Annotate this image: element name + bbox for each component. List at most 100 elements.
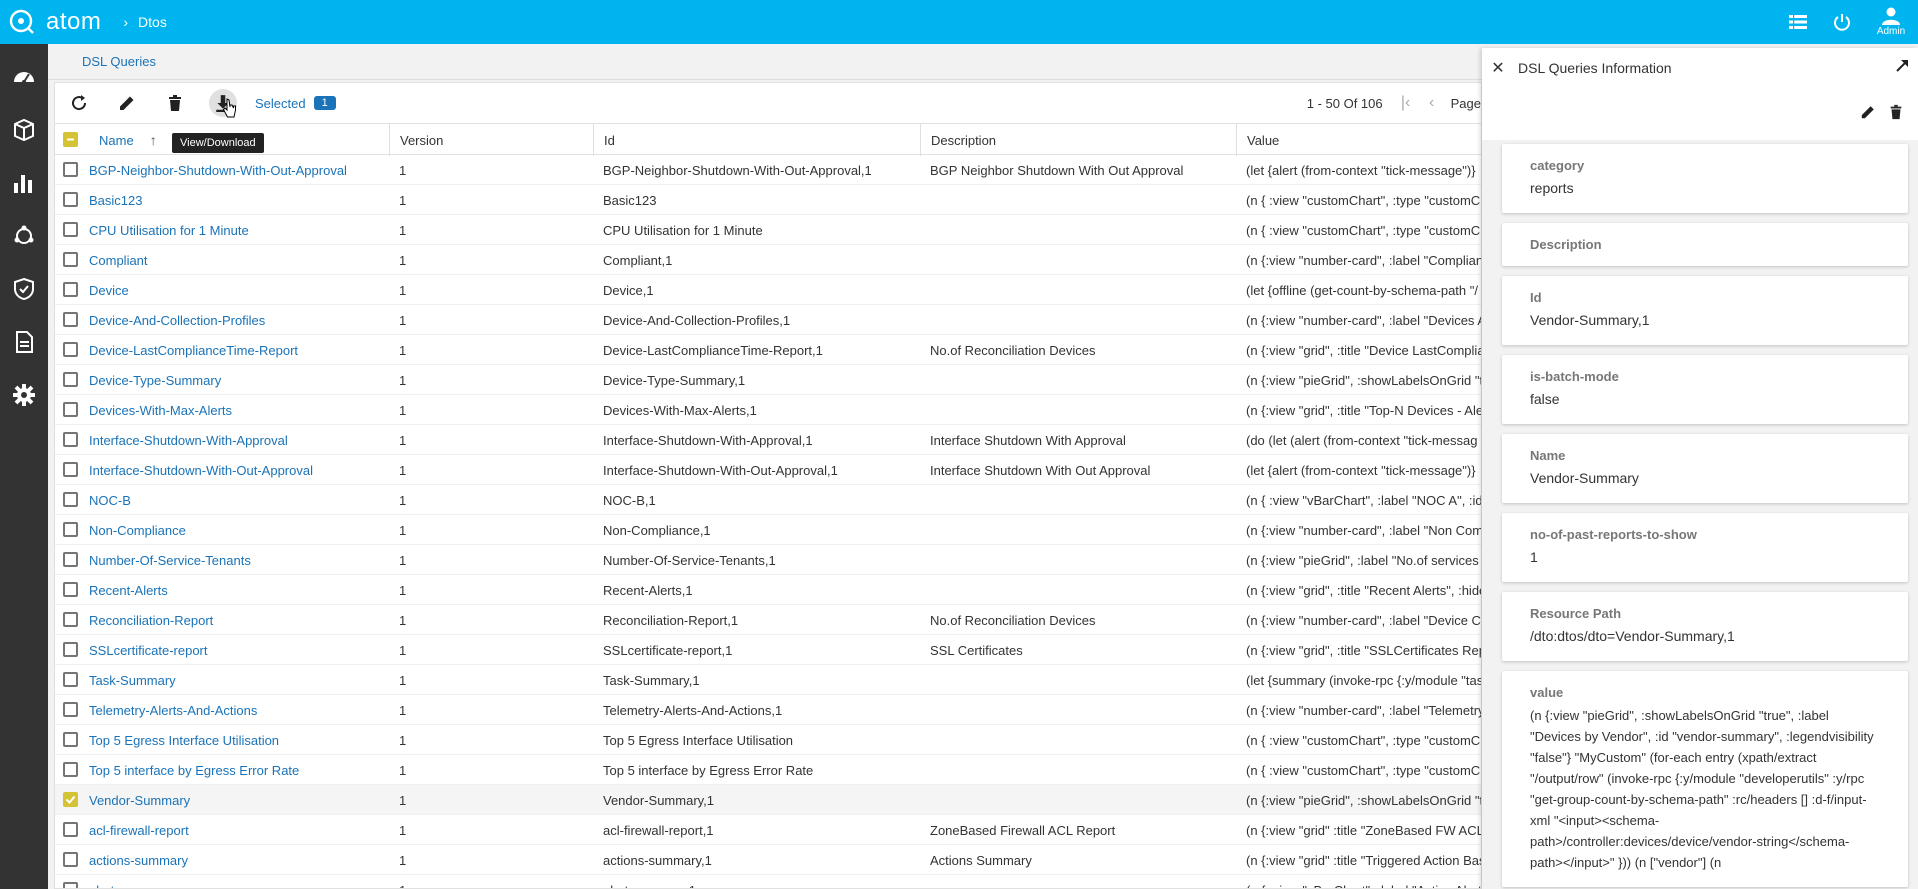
row-checkbox[interactable] (63, 282, 78, 297)
row-checkbox[interactable] (63, 762, 78, 777)
cell-name[interactable]: Reconciliation-Report (79, 605, 385, 635)
cell-name[interactable]: Device-And-Collection-Profiles (79, 305, 385, 335)
delete-button[interactable] (151, 83, 199, 123)
row-checkbox[interactable] (63, 852, 78, 867)
row-checkbox[interactable] (63, 192, 78, 207)
nav-resources[interactable] (0, 103, 48, 156)
table-row[interactable]: alert-summary 1alert-summary,1 (n { :view … (55, 875, 1481, 889)
list-view-button[interactable] (1776, 0, 1820, 44)
table-row[interactable]: Top 5 interface by Egress Error Rate 1 Top… (55, 755, 1481, 785)
app-logo[interactable]: atom (8, 7, 101, 37)
cell-name[interactable]: BGP-Neighbor-Shutdown-With-Out-Approval (79, 155, 385, 185)
table-row[interactable]: SSLcertificate-report 1 SSLcertificate-rep… (55, 635, 1481, 665)
first-page-button[interactable]: |‹ (1393, 83, 1419, 123)
select-all-checkbox[interactable] (63, 132, 78, 147)
nav-topology[interactable] (0, 209, 48, 262)
edit-pencil-icon[interactable] (1860, 104, 1876, 120)
cell-name[interactable]: Devices-With-Max-Alerts (79, 395, 385, 425)
table-row[interactable]: Device 1 Device,1 (let {offline (get-count-… (55, 275, 1481, 305)
user-menu-button[interactable]: Admin (1864, 0, 1918, 44)
table-row[interactable]: Telemetry-Alerts-And-Actions 1 Telemetry-A… (55, 695, 1481, 725)
cell-name[interactable]: SSLcertificate-report (79, 635, 385, 665)
row-checkbox[interactable] (63, 312, 78, 327)
nav-analytics[interactable] (0, 156, 48, 209)
tab-dsl-queries[interactable]: DSL Queries (82, 54, 156, 69)
refresh-button[interactable] (55, 83, 103, 123)
cell-name[interactable]: Vendor-Summary (79, 785, 385, 815)
cell-name[interactable]: Top 5 interface by Egress Error Rate (79, 755, 385, 785)
table-row[interactable]: Vendor-Summary 1 Vendor-Summary,1 (n {:view… (55, 785, 1481, 815)
delete-trash-icon[interactable] (1888, 104, 1904, 120)
row-checkbox[interactable] (63, 822, 78, 837)
row-checkbox[interactable] (63, 252, 78, 267)
cell-name[interactable]: Top 5 Egress Interface Utilisation (79, 725, 385, 755)
row-checkbox[interactable] (63, 882, 78, 888)
cell-name[interactable]: actions-summary (79, 845, 385, 875)
column-header-id[interactable]: Id (593, 124, 920, 156)
table-row[interactable]: Devices-With-Max-Alerts 1 Devices-With-Max… (55, 395, 1481, 425)
table-row[interactable]: Interface-Shutdown-With-Out-Approval 1 Int… (55, 455, 1481, 485)
table-row[interactable]: Basic123 1 Basic123 (n { :view "customChart… (55, 185, 1481, 215)
table-row[interactable]: Task-Summary 1 Task-Summary,1 (let {summary… (55, 665, 1481, 695)
row-checkbox[interactable] (63, 702, 78, 717)
column-header-value[interactable]: Value (1236, 124, 1481, 156)
row-checkbox[interactable] (63, 462, 78, 477)
row-checkbox[interactable] (63, 642, 78, 657)
cell-name[interactable]: Compliant (79, 245, 385, 275)
row-checkbox[interactable] (63, 492, 78, 507)
row-checkbox[interactable] (63, 522, 78, 537)
nav-compliance[interactable] (0, 262, 48, 315)
cell-name[interactable]: Recent-Alerts (79, 575, 385, 605)
nav-settings[interactable] (0, 368, 48, 421)
row-checkbox[interactable] (63, 222, 78, 237)
nav-dashboard[interactable] (0, 50, 48, 103)
prev-page-button[interactable]: ‹ (1419, 83, 1445, 123)
row-checkbox[interactable] (63, 792, 78, 807)
table-row[interactable]: Recent-Alerts 1 Recent-Alerts,1 (n {:view "… (55, 575, 1481, 605)
table-row[interactable]: Reconciliation-Report 1 Reconciliation-Rep… (55, 605, 1481, 635)
cell-name[interactable]: alert-summary (79, 875, 385, 889)
row-checkbox[interactable] (63, 552, 78, 567)
cell-name[interactable]: Interface-Shutdown-With-Approval (79, 425, 385, 455)
expand-icon[interactable] (1894, 58, 1910, 74)
row-checkbox[interactable] (63, 432, 78, 447)
table-row[interactable]: actions-summary 1 actions-summary,1 Actions… (55, 845, 1481, 875)
table-row[interactable]: Compliant 1 Compliant,1 (n {:view "number-c… (55, 245, 1481, 275)
table-row[interactable]: NOC-B 1 NOC-B,1 (n { :view "vBarChart", :la… (55, 485, 1481, 515)
cell-name[interactable]: NOC-B (79, 485, 385, 515)
cell-name[interactable]: Basic123 (79, 185, 385, 215)
column-header-description[interactable]: Description (920, 124, 1236, 156)
table-row[interactable]: Number-Of-Service-Tenants 1 Number-Of-Serv… (55, 545, 1481, 575)
edit-button[interactable] (103, 83, 151, 123)
cell-name[interactable]: Device-Type-Summary (79, 365, 385, 395)
cell-name[interactable]: acl-firewall-report (79, 815, 385, 845)
table-row[interactable]: BGP-Neighbor-Shutdown-With-Out-Approval 1… (55, 155, 1481, 185)
logout-button[interactable] (1820, 0, 1864, 44)
row-checkbox[interactable] (63, 582, 78, 597)
cell-name[interactable]: CPU Utilisation for 1 Minute (79, 215, 385, 245)
nav-documents[interactable] (0, 315, 48, 368)
column-header-version[interactable]: Version (389, 124, 593, 156)
table-row[interactable]: Device-Type-Summary 1 Device-Type-Summary,… (55, 365, 1481, 395)
row-checkbox[interactable] (63, 162, 78, 177)
row-checkbox[interactable] (63, 732, 78, 747)
table-row[interactable]: Device-And-Collection-Profiles 1 Device-An… (55, 305, 1481, 335)
table-row[interactable]: Device-LastComplianceTime-Report 1 Device-… (55, 335, 1481, 365)
row-checkbox[interactable] (63, 402, 78, 417)
table-row[interactable]: acl-firewall-report 1 acl-firewall-report,… (55, 815, 1481, 845)
row-checkbox[interactable] (63, 372, 78, 387)
cell-name[interactable]: Task-Summary (79, 665, 385, 695)
table-row[interactable]: Interface-Shutdown-With-Approval 1 Interfa… (55, 425, 1481, 455)
close-icon[interactable]: ✕ (1482, 48, 1514, 88)
cell-name[interactable]: Device-LastComplianceTime-Report (79, 335, 385, 365)
row-checkbox[interactable] (63, 612, 78, 627)
cell-name[interactable]: Device (79, 275, 385, 305)
cell-name[interactable]: Non-Compliance (79, 515, 385, 545)
table-row[interactable]: Top 5 Egress Interface Utilisation 1 Top 5… (55, 725, 1481, 755)
cell-name[interactable]: Interface-Shutdown-With-Out-Approval (79, 455, 385, 485)
row-checkbox[interactable] (63, 672, 78, 687)
cell-name[interactable]: Telemetry-Alerts-And-Actions (79, 695, 385, 725)
row-checkbox[interactable] (63, 342, 78, 357)
breadcrumb[interactable]: Dtos (138, 14, 167, 30)
sort-ascending-icon[interactable]: ↑ (150, 132, 157, 148)
